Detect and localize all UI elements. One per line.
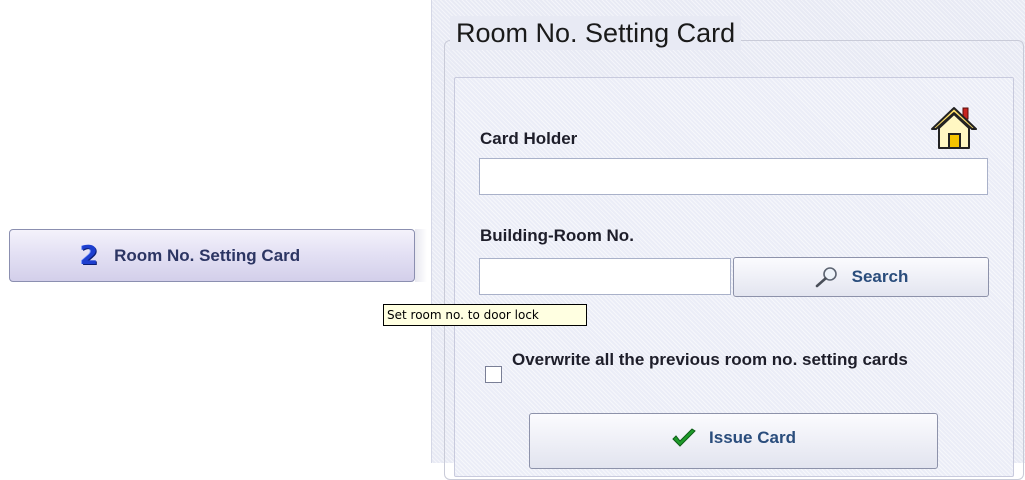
search-button-label: Search bbox=[851, 267, 909, 286]
nav-button-label: Room No. Setting Card bbox=[114, 245, 301, 265]
home-icon bbox=[931, 107, 977, 149]
overwrite-checkbox[interactable] bbox=[485, 366, 502, 383]
panel-title: Room No. Setting Card bbox=[450, 16, 742, 50]
overwrite-checkbox-label[interactable]: Overwrite all the previous room no. sett… bbox=[512, 349, 972, 371]
issue-card-button[interactable]: Issue Card bbox=[529, 413, 938, 469]
step-2-icon: 2 bbox=[80, 240, 99, 271]
search-button[interactable]: Search bbox=[733, 257, 989, 297]
magnifier-icon bbox=[815, 267, 837, 288]
issue-card-button-label: Issue Card bbox=[709, 428, 796, 447]
building-room-label: Building-Room No. bbox=[480, 226, 634, 245]
card-holder-label: Card Holder bbox=[480, 129, 578, 148]
building-room-input[interactable] bbox=[479, 258, 731, 295]
nav-connector bbox=[415, 229, 427, 282]
room-no-setting-card-nav-button[interactable]: 2 Room No. Setting Card bbox=[9, 229, 415, 282]
card-holder-input[interactable] bbox=[479, 158, 988, 195]
tooltip: Set room no. to door lock bbox=[383, 304, 587, 326]
checkmark-icon bbox=[672, 428, 696, 447]
